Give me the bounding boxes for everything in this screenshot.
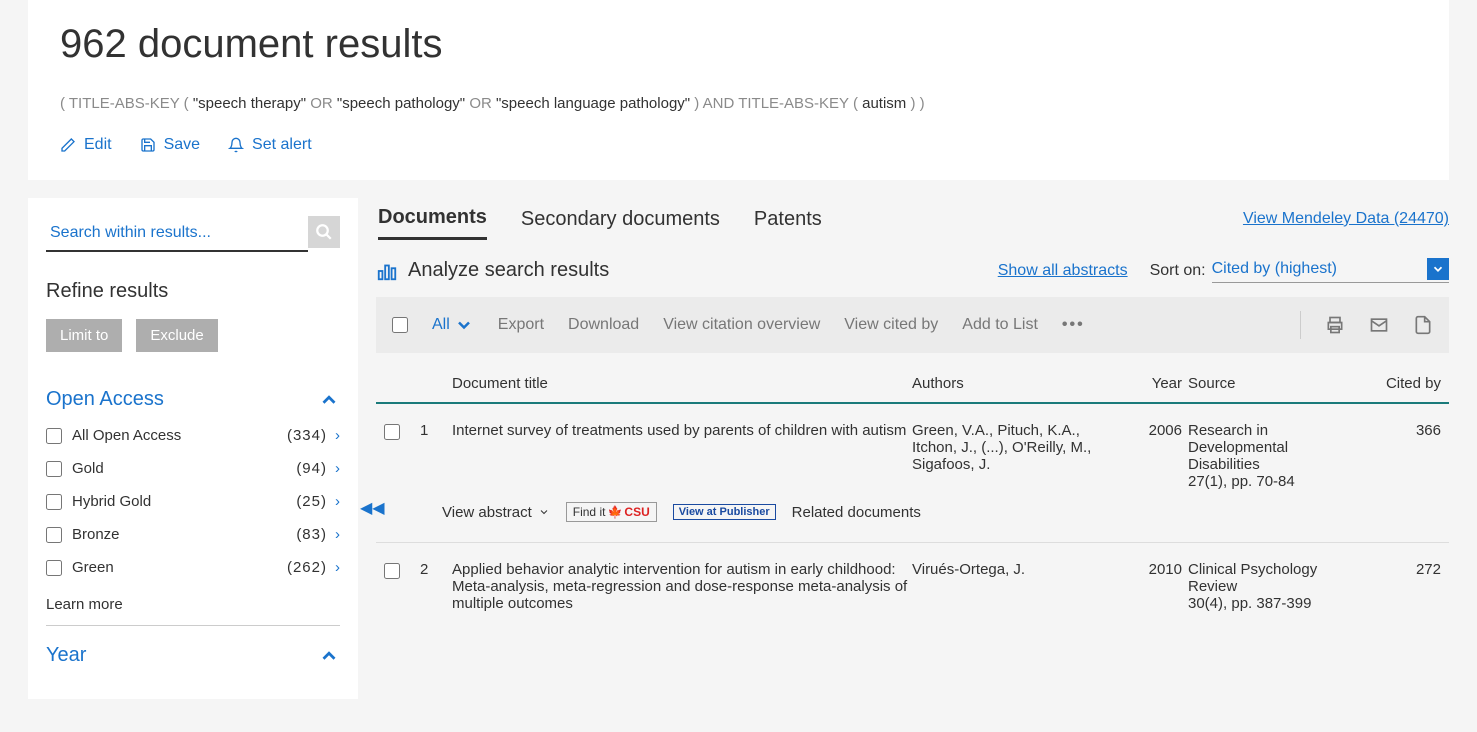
more-icon[interactable]: ••• [1062, 316, 1085, 334]
table-row: 2 Applied behavior analytic intervention… [376, 543, 1449, 624]
chevron-right-icon: › [335, 460, 340, 477]
find-it-csu-button[interactable]: Find it 🍁 CSU [566, 502, 657, 522]
facet-year[interactable]: Year [46, 636, 340, 675]
facet-checkbox[interactable] [46, 560, 62, 576]
document-title-link[interactable]: Applied behavior analytic intervention f… [442, 561, 912, 612]
related-documents-link[interactable]: Related documents [792, 504, 921, 521]
year-text: 2010 [1122, 561, 1182, 612]
select-all-checkbox[interactable] [392, 317, 408, 333]
view-at-publisher-button[interactable]: View at Publisher [673, 504, 776, 520]
all-dropdown[interactable]: All [432, 315, 474, 335]
table-row: 1 Internet survey of treatments used by … [376, 404, 1449, 502]
edit-link[interactable]: Edit [60, 136, 112, 154]
tab-secondary-documents[interactable]: Secondary documents [521, 200, 720, 239]
row-number: 2 [420, 561, 442, 612]
save-icon [140, 137, 156, 153]
row-checkbox[interactable] [384, 424, 400, 440]
col-authors: Authors [912, 375, 1122, 392]
tab-patents[interactable]: Patents [754, 200, 822, 239]
facet-checkbox[interactable] [46, 494, 62, 510]
chevron-up-icon [318, 389, 340, 411]
page-title: 962 document results [60, 22, 1417, 67]
collapse-sidebar-icon[interactable]: ◀◀ [360, 498, 385, 518]
chevron-down-icon [1431, 262, 1445, 276]
search-icon [315, 223, 333, 241]
chevron-up-icon [318, 645, 340, 667]
export-button[interactable]: Export [498, 316, 544, 334]
bar-chart-icon [376, 260, 398, 282]
mendeley-link[interactable]: View Mendeley Data (24470) [1243, 210, 1449, 228]
source-text: Clinical Psychology Review 30(4), pp. 38… [1182, 561, 1327, 612]
pdf-icon[interactable] [1413, 315, 1433, 335]
facet-item-green[interactable]: Green (262) › [46, 551, 340, 584]
sort-dropdown-button[interactable] [1427, 258, 1449, 280]
set-alert-link[interactable]: Set alert [228, 136, 312, 154]
facet-item-bronze[interactable]: Bronze (83) › [46, 518, 340, 551]
row-checkbox[interactable] [384, 563, 400, 579]
chevron-right-icon: › [335, 559, 340, 576]
col-year: Year [1122, 375, 1182, 392]
print-icon[interactable] [1325, 315, 1345, 335]
facet-item-hybrid-gold[interactable]: Hybrid Gold (25) › [46, 485, 340, 518]
col-cited-by: Cited by [1327, 375, 1441, 392]
col-document-title: Document title [442, 375, 912, 392]
facet-item-all-open-access[interactable]: All Open Access (334) › [46, 419, 340, 452]
chevron-down-icon [454, 315, 474, 335]
exclude-button[interactable]: Exclude [136, 319, 217, 352]
download-button[interactable]: Download [568, 316, 639, 334]
facet-checkbox[interactable] [46, 527, 62, 543]
chevron-right-icon: › [335, 427, 340, 444]
authors-text: Virués-Ortega, J. [912, 561, 1122, 612]
search-within-button[interactable] [308, 216, 340, 248]
view-cited-by-button[interactable]: View cited by [844, 316, 938, 334]
chevron-right-icon: › [335, 493, 340, 510]
show-all-abstracts-link[interactable]: Show all abstracts [998, 262, 1128, 280]
source-text: Research in Developmental Disabilities 2… [1182, 422, 1327, 490]
facet-checkbox[interactable] [46, 461, 62, 477]
document-title-link[interactable]: Internet survey of treatments used by pa… [442, 422, 912, 490]
year-text: 2006 [1122, 422, 1182, 490]
tab-documents[interactable]: Documents [378, 198, 487, 240]
chevron-down-icon [538, 506, 550, 518]
facet-item-gold[interactable]: Gold (94) › [46, 452, 340, 485]
facet-checkbox[interactable] [46, 428, 62, 444]
col-source: Source [1182, 375, 1327, 392]
sort-on-label: Sort on: [1150, 262, 1206, 280]
view-abstract-link[interactable]: View abstract [442, 504, 550, 521]
query-string: ( TITLE-ABS-KEY ( "speech therapy" OR "s… [60, 95, 1417, 112]
pencil-icon [60, 137, 76, 153]
cited-by-link[interactable]: 272 [1327, 561, 1441, 612]
row-number: 1 [420, 422, 442, 490]
chevron-right-icon: › [335, 526, 340, 543]
limit-to-button[interactable]: Limit to [46, 319, 122, 352]
bell-icon [228, 137, 244, 153]
learn-more-link[interactable]: Learn more [46, 584, 340, 626]
analyze-results-link[interactable]: Analyze search results [376, 259, 609, 282]
add-to-list-button[interactable]: Add to List [962, 316, 1038, 334]
facet-open-access[interactable]: Open Access [46, 380, 340, 419]
refine-results-heading: Refine results [46, 280, 340, 303]
mail-icon[interactable] [1369, 315, 1389, 335]
citation-overview-button[interactable]: View citation overview [663, 316, 820, 334]
authors-text: Green, V.A., Pituch, K.A., Itchon, J., (… [912, 422, 1122, 490]
sort-value[interactable]: Cited by (highest) [1212, 260, 1337, 278]
search-within-input[interactable] [46, 216, 308, 252]
cited-by-link[interactable]: 366 [1327, 422, 1441, 490]
save-link[interactable]: Save [140, 136, 200, 154]
